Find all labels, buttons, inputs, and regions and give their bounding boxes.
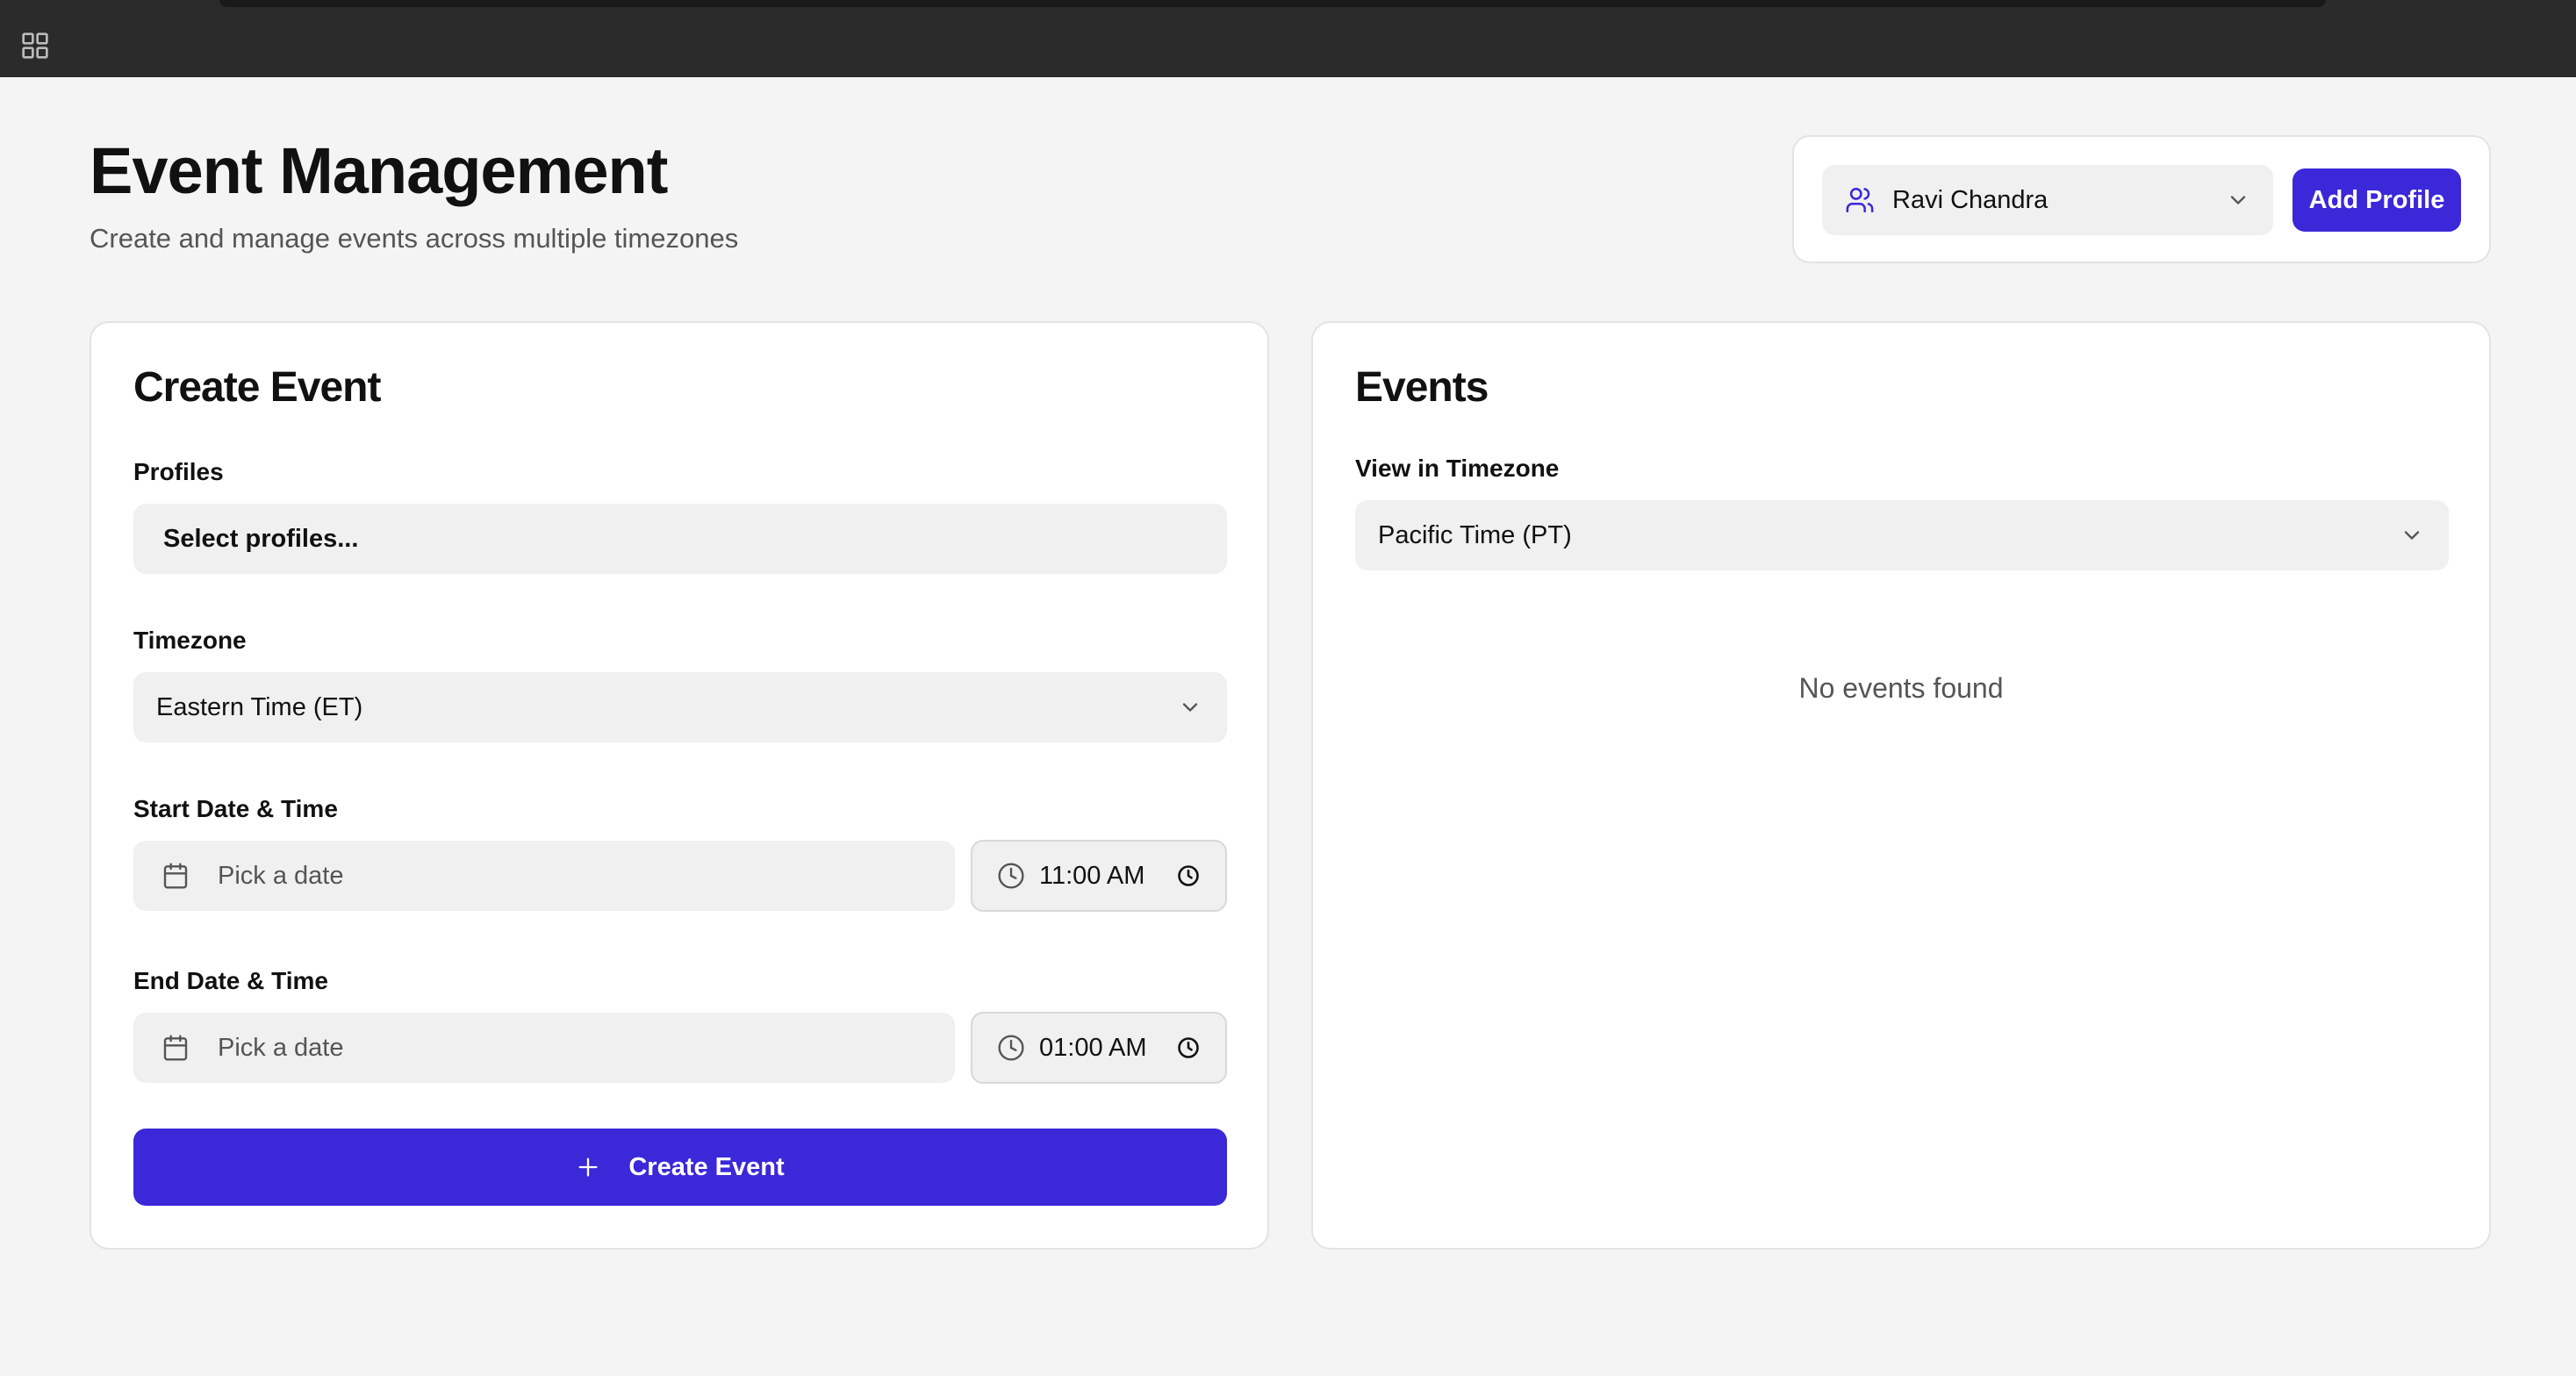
profiles-placeholder: Select profiles... [163, 524, 359, 553]
selected-profile-name: Ravi Chandra [1892, 185, 2049, 214]
start-time-value: 11:00 AM [1039, 861, 1145, 890]
apps-grid-icon[interactable] [21, 32, 49, 60]
add-profile-button[interactable]: Add Profile [2293, 168, 2461, 232]
end-time-input[interactable]: 01:00 AM [971, 1012, 1227, 1084]
calendar-icon [163, 863, 188, 889]
events-title: Events [1355, 364, 1489, 411]
chevron-down-icon [1182, 703, 1198, 712]
timezone-select[interactable]: Eastern Time (ET) [133, 672, 1227, 742]
clock-icon[interactable] [1176, 864, 1201, 888]
timezone-label: Timezone [133, 627, 247, 654]
view-timezone-label: View in Timezone [1355, 455, 1560, 482]
create-event-title: Create Event [133, 364, 381, 411]
start-time-input[interactable]: 11:00 AM [971, 840, 1227, 912]
address-bar[interactable] [219, 0, 2326, 7]
events-card: Events View in Timezone Pacific Time (PT… [1311, 321, 2491, 1250]
timezone-value: Eastern Time (ET) [156, 692, 363, 721]
end-date-placeholder: Pick a date [218, 1033, 344, 1062]
view-timezone-value: Pacific Time (PT) [1378, 520, 1572, 549]
create-event-card: Create Event Profiles Select profiles...… [90, 321, 1269, 1250]
end-datetime-label: End Date & Time [133, 967, 328, 994]
create-event-button[interactable]: Create Event [133, 1129, 1227, 1206]
end-time-value: 01:00 AM [1039, 1033, 1147, 1062]
end-date-picker[interactable]: Pick a date [133, 1013, 955, 1083]
clock-icon [998, 1035, 1024, 1061]
view-timezone-select[interactable]: Pacific Time (PT) [1355, 500, 2449, 570]
page-subtitle: Create and manage events across multiple… [90, 223, 739, 254]
users-icon [1846, 187, 1874, 213]
chevron-down-icon [2404, 531, 2420, 540]
chevron-down-icon [2230, 196, 2246, 204]
create-event-button-label: Create Event [628, 1152, 785, 1181]
page-title: Event Management [90, 134, 668, 207]
plus-icon [578, 1157, 598, 1177]
empty-events-message: No events found [1798, 672, 2004, 704]
profile-select[interactable]: Ravi Chandra [1822, 165, 2273, 235]
profiles-label: Profiles [133, 458, 224, 485]
calendar-icon [163, 1035, 188, 1061]
clock-icon [998, 863, 1024, 889]
clock-icon[interactable] [1176, 1036, 1201, 1060]
page-header: Event Management Create and manage event… [90, 132, 738, 254]
profiles-select[interactable]: Select profiles... [133, 504, 1227, 574]
start-date-picker[interactable]: Pick a date [133, 841, 955, 911]
start-date-placeholder: Pick a date [218, 861, 344, 890]
profile-card: Ravi Chandra Add Profile [1792, 135, 2491, 263]
start-datetime-label: Start Date & Time [133, 795, 338, 822]
browser-top-bar [0, 0, 2576, 77]
